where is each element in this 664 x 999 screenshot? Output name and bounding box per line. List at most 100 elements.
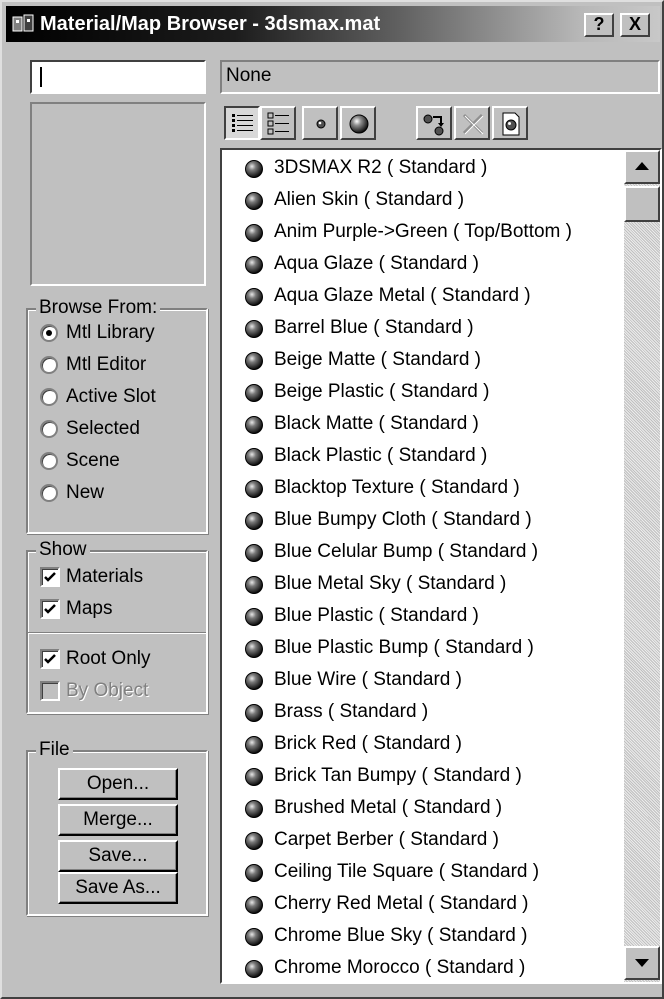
update-scene-materials-button[interactable] <box>416 106 452 140</box>
by-object-check-box <box>40 681 60 701</box>
list-item-label: Anim Purple->Green ( Top/Bottom ) <box>274 221 572 242</box>
material-list[interactable]: 3DSMAX R2 ( Standard ) Alien Skin ( Stand… <box>220 148 662 984</box>
arrow-up-icon <box>635 162 649 170</box>
radio-button[interactable] <box>40 420 58 438</box>
scroll-thumb[interactable] <box>624 186 660 222</box>
radio-button[interactable] <box>40 388 58 406</box>
list-item-label: Blue Plastic ( Standard ) <box>274 605 479 626</box>
material-map-browser-window: Material/Map Browser - 3dsmax.mat ? X No… <box>0 0 664 999</box>
list-item-label: Black Matte ( Standard ) <box>274 413 479 434</box>
radio-button[interactable] <box>40 324 58 342</box>
list-item-label: Barrel Blue ( Standard ) <box>274 317 474 338</box>
material-sphere-icon <box>245 416 263 434</box>
radio-label: Mtl Library <box>66 322 155 343</box>
material-sphere-icon <box>245 832 263 850</box>
radio-label: New <box>66 482 105 503</box>
list-item-label: Carpet Berber ( Standard ) <box>274 829 499 850</box>
vertical-scrollbar[interactable] <box>624 150 660 982</box>
selected-name-field: None <box>220 60 660 94</box>
radio-button[interactable] <box>40 356 58 374</box>
search-input[interactable] <box>30 60 206 94</box>
view-large-icons-button[interactable] <box>340 106 376 140</box>
merge-button[interactable]: Merge... <box>58 804 178 836</box>
scroll-down-button[interactable] <box>624 946 660 980</box>
delete-x-icon <box>462 113 484 135</box>
material-sphere-icon <box>245 512 263 530</box>
material-sphere-icon <box>245 192 263 210</box>
save-button[interactable]: Save... <box>58 840 178 872</box>
browse-from-group: Browse From: Mtl Library Mtl Editor Active… <box>26 296 208 534</box>
list-item-label: 3DSMAX R2 ( Standard ) <box>274 157 488 178</box>
material-sphere-icon <box>245 448 263 466</box>
list-item-label: Beige Plastic ( Standard ) <box>274 381 490 402</box>
material-sphere-icon <box>245 288 263 306</box>
close-button[interactable]: X <box>620 13 650 37</box>
material-sphere-icon <box>245 864 263 882</box>
show-title: Show <box>36 538 90 562</box>
file-title: File <box>36 738 73 762</box>
view-list-icons-icon <box>267 112 289 135</box>
material-sphere-icon <box>245 800 263 818</box>
material-sphere-icon <box>245 160 263 178</box>
list-item-label: Chrome Blue Sky ( Standard ) <box>274 925 528 946</box>
small-sphere-icon <box>316 119 326 129</box>
checkmark-icon <box>44 604 56 614</box>
list-item-label: Blue Celular Bump ( Standard ) <box>274 541 539 562</box>
help-button[interactable]: ? <box>584 13 614 37</box>
view-list-icon <box>232 114 253 132</box>
scroll-up-button[interactable] <box>624 150 660 184</box>
list-item-label: Black Plastic ( Standard ) <box>274 445 488 466</box>
material-sphere-icon <box>245 704 263 722</box>
list-item-label: Brushed Metal ( Standard ) <box>274 797 503 818</box>
browse-from-title: Browse From: <box>36 296 161 320</box>
delete-from-library-button[interactable] <box>454 106 490 140</box>
root-only-check-box[interactable] <box>40 649 60 669</box>
material-sphere-icon <box>245 608 263 626</box>
materials-label: Materials <box>66 566 144 587</box>
close-icon: X <box>628 14 641 34</box>
text-caret <box>40 67 42 87</box>
radio-label: Scene <box>66 450 120 471</box>
list-item-label: Cherry Red Metal ( Standard ) <box>274 893 529 914</box>
material-sphere-icon <box>245 480 263 498</box>
list-item-label: Beige Matte ( Standard ) <box>274 349 481 370</box>
radio-label: Active Slot <box>66 386 156 407</box>
view-list-icons-button[interactable] <box>260 106 296 140</box>
checkmark-icon <box>44 654 56 664</box>
material-list-items: 3DSMAX R2 ( Standard ) Alien Skin ( Stand… <box>222 150 622 982</box>
list-item-label: Aqua Glaze Metal ( Standard ) <box>274 285 531 306</box>
list-item-label: Aqua Glaze ( Standard ) <box>274 253 479 274</box>
maps-label: Maps <box>66 598 113 619</box>
material-sphere-icon <box>245 384 263 402</box>
material-sphere-icon <box>245 576 263 594</box>
material-sphere-icon <box>245 960 263 978</box>
document-sphere-icon <box>502 112 520 136</box>
title-bar[interactable]: Material/Map Browser - 3dsmax.mat ? X <box>6 6 660 42</box>
radio-label: Mtl Editor <box>66 354 147 375</box>
app-icon <box>12 14 34 34</box>
selected-name-value: None <box>226 65 272 86</box>
list-item-label: Blacktop Texture ( Standard ) <box>274 477 520 498</box>
radio-button[interactable] <box>40 452 58 470</box>
open-button[interactable]: Open... <box>58 768 178 800</box>
radio-button[interactable] <box>40 484 58 502</box>
clear-material-library-button[interactable] <box>492 106 528 140</box>
arrow-down-icon <box>635 959 649 967</box>
window-title: Material/Map Browser - 3dsmax.mat <box>40 13 381 35</box>
save-as-button[interactable]: Save As... <box>58 872 178 904</box>
view-small-icons-button[interactable] <box>302 106 338 140</box>
list-item-label: Brass ( Standard ) <box>274 701 429 722</box>
list-item-label: Alien Skin ( Standard ) <box>274 189 465 210</box>
list-item-label: Chrome Morocco ( Standard ) <box>274 957 526 978</box>
list-item-label: Blue Plastic Bump ( Standard ) <box>274 637 534 658</box>
maps-check-box[interactable] <box>40 599 60 619</box>
radio-label: Selected <box>66 418 140 439</box>
material-sphere-icon <box>245 256 263 274</box>
list-item-label: Brick Tan Bumpy ( Standard ) <box>274 765 522 786</box>
view-list-button[interactable] <box>224 106 260 140</box>
material-sphere-icon <box>245 352 263 370</box>
show-group: Show Materials Maps Root Only By Object <box>26 538 208 714</box>
material-sphere-icon <box>245 896 263 914</box>
material-preview <box>30 102 206 286</box>
materials-check-box[interactable] <box>40 567 60 587</box>
